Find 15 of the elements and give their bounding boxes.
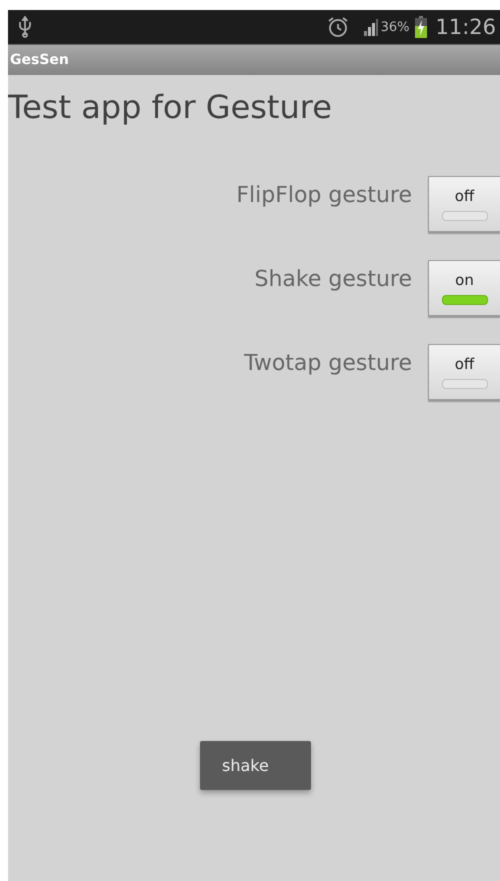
toggle-button[interactable]: on <box>428 260 500 316</box>
charging-battery-icon <box>415 16 428 38</box>
toggle-label: Shake gesture <box>254 266 412 292</box>
app-title: GesSen <box>10 52 69 68</box>
signal-icon <box>362 18 379 36</box>
alarm-clock-icon <box>326 16 349 38</box>
usb-icon <box>18 16 32 38</box>
page-heading: Test app for Gesture <box>8 87 333 127</box>
toggle-label: Twotap gesture <box>244 350 412 376</box>
toggle-label: FlipFlop gesture <box>236 182 412 208</box>
toast-message: shake <box>200 741 311 790</box>
battery-percentage: 36% <box>380 20 410 34</box>
toggle-button[interactable]: off <box>428 176 500 232</box>
clock-time: 11:26 <box>435 15 496 39</box>
toggle-button[interactable]: off <box>428 344 500 400</box>
